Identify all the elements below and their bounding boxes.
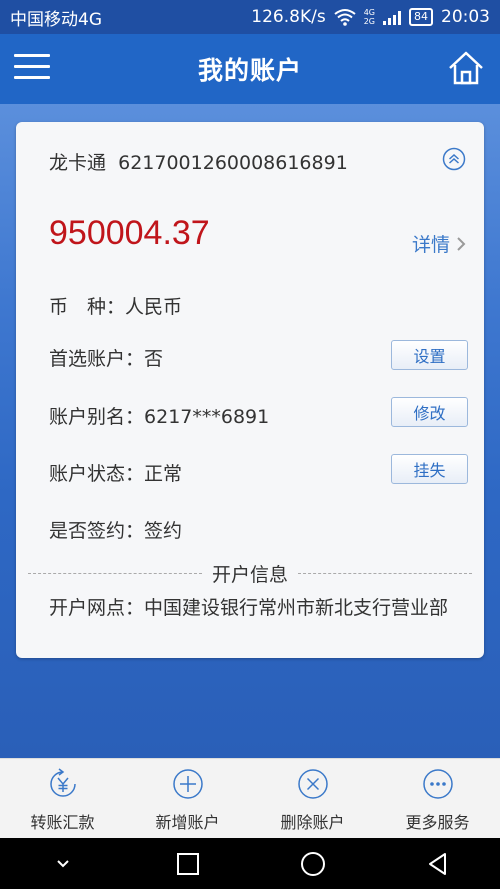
battery-icon: 84: [409, 8, 433, 26]
preferred-label: 首选账户：: [49, 348, 145, 370]
preferred-value: 否: [144, 348, 164, 370]
card-type: 龙卡通: [49, 152, 107, 174]
yen-transfer-icon: [49, 768, 76, 797]
system-nav-bar: [0, 838, 500, 889]
alias-label: 账户别名：: [49, 406, 145, 428]
set-button[interactable]: 设置: [391, 340, 468, 370]
more-services-label: 更多服务: [405, 813, 470, 832]
page-title: 我的账户: [197, 56, 302, 85]
home-icon[interactable]: [446, 48, 486, 88]
preferred-account-row: 首选账户：否: [49, 344, 163, 371]
signal-icon: [383, 9, 401, 25]
network-type: 4G 2G: [364, 8, 375, 26]
plus-circle-icon: [172, 769, 203, 799]
action-bar: 转账汇款 新增账户 删除账户 更多服务: [0, 758, 500, 838]
chevron-down-icon[interactable]: [49, 850, 77, 878]
network-speed: 126.8K/s: [251, 7, 326, 27]
x-circle-icon: [297, 769, 328, 799]
branch-row: 开户网点： 中国建设银行常州市新北支行营业部: [49, 596, 464, 621]
report-loss-button[interactable]: 挂失: [391, 454, 468, 484]
chevron-right-icon: [457, 236, 466, 251]
transfer-label: 转账汇款: [30, 813, 95, 832]
net-bottom-label: 2G: [363, 17, 375, 26]
clock: 20:03: [441, 7, 490, 27]
signed-label: 是否签约：: [49, 520, 145, 542]
menu-icon[interactable]: [14, 54, 50, 84]
opening-info-divider: 开户信息: [28, 560, 473, 586]
account-balance: 950004.37: [49, 214, 210, 252]
app-header: 我的账户: [0, 34, 500, 104]
collapse-icon[interactable]: [442, 147, 466, 171]
status-bar: 中国移动4G 126.8K/s 4G 2G 84 20:03: [0, 0, 500, 34]
add-account-button[interactable]: 新增账户: [125, 759, 250, 838]
home-nav-icon[interactable]: [299, 850, 327, 878]
status-label: 账户状态：: [49, 463, 145, 485]
divider-line: [28, 572, 202, 574]
alias-value: 6217***6891: [144, 406, 270, 428]
back-icon[interactable]: [424, 850, 452, 878]
currency-value: 人民币: [125, 296, 183, 318]
delete-account-button[interactable]: 删除账户: [250, 759, 375, 838]
net-top-label: 4G: [363, 8, 375, 17]
currency-label: 币 种：: [49, 296, 126, 318]
opening-info-title: 开户信息: [212, 563, 289, 586]
branch-value: 中国建设银行常州市新北支行营业部: [144, 597, 449, 619]
account-status-row: 账户状态：正常: [49, 459, 182, 486]
card-number-row: 龙卡通 6217001260008616891: [49, 148, 348, 175]
wifi-icon: [334, 9, 356, 26]
transfer-button[interactable]: 转账汇款: [0, 759, 125, 838]
delete-account-label: 删除账户: [280, 813, 345, 832]
card-number: 6217001260008616891: [118, 152, 348, 174]
divider-line: [298, 572, 473, 574]
alias-row: 账户别名：6217***6891: [49, 402, 269, 429]
more-circle-icon: [422, 769, 453, 799]
status-value: 正常: [144, 463, 183, 485]
more-services-button[interactable]: 更多服务: [375, 759, 500, 838]
signed-value: 签约: [144, 520, 183, 542]
modify-button[interactable]: 修改: [391, 397, 468, 427]
status-right: 126.8K/s 4G 2G 84 20:03: [251, 7, 490, 27]
add-account-label: 新增账户: [155, 813, 220, 832]
carrier-label: 中国移动4G: [10, 9, 102, 30]
branch-label: 开户网点：: [49, 597, 145, 619]
recent-apps-icon[interactable]: [174, 850, 202, 878]
account-card: 龙卡通 6217001260008616891 950004.37 详情 币 种…: [16, 122, 484, 658]
currency-row: 币 种：人民币: [49, 292, 182, 319]
detail-label: 详情: [411, 234, 450, 256]
signed-row: 是否签约：签约: [49, 516, 182, 543]
detail-link[interactable]: 详情: [412, 230, 466, 257]
